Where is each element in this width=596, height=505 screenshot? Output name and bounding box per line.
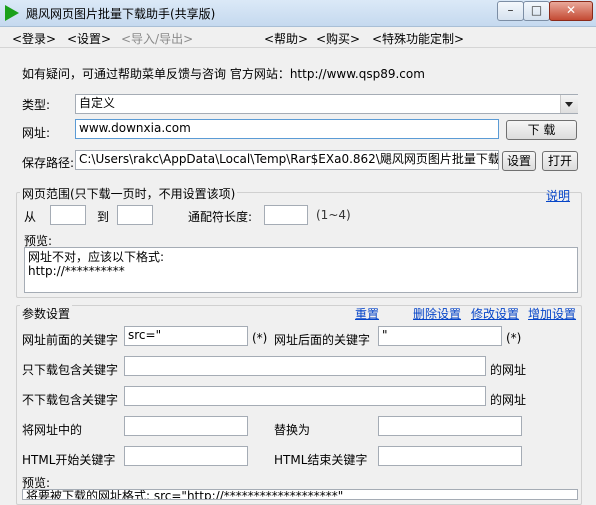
maximize-button[interactable]: □ (523, 1, 550, 21)
menu-import-export[interactable]: <导入/导出> (121, 30, 193, 47)
open-folder-button[interactable]: 打开 (542, 151, 578, 171)
add-settings-link[interactable]: 增加设置 (528, 305, 576, 322)
chevron-down-icon (565, 102, 573, 107)
exclude-keyword-suffix: 的网址 (490, 393, 527, 407)
range-from-input[interactable] (50, 205, 86, 225)
wildcard-length-input[interactable] (264, 205, 308, 225)
html-end-input[interactable] (378, 446, 522, 466)
wildcard-length-label: 通配符长度: (188, 210, 253, 224)
type-label: 类型: (22, 98, 51, 112)
include-keyword-label: 只下载包含关键字 (22, 363, 119, 377)
url-label: 网址: (22, 126, 51, 140)
range-preview-box: 网址不对，应该以下格式: http://********** (24, 247, 578, 293)
include-keyword-suffix: 的网址 (490, 363, 527, 377)
before-required-hint: (*) (252, 331, 268, 345)
before-keyword-label: 网址前面的关键字 (22, 333, 119, 347)
range-to-input[interactable] (117, 205, 153, 225)
before-keyword-input[interactable]: src=" (124, 326, 248, 346)
type-select-dropdown[interactable] (560, 95, 578, 113)
replace-from-label: 将网址中的 (22, 423, 83, 437)
menu-help[interactable]: <帮助> (264, 30, 308, 47)
replace-to-label: 替换为 (274, 423, 311, 437)
menu-custom-features[interactable]: <特殊功能定制> (372, 30, 464, 47)
params-preview-box: 将要被下载的网址格式: src="http://****************… (22, 489, 578, 500)
include-keyword-input[interactable] (124, 356, 486, 376)
menu-buy[interactable]: <购买> (316, 30, 360, 47)
range-from-label: 从 (24, 210, 37, 224)
after-keyword-input[interactable]: " (378, 326, 502, 346)
after-keyword-label: 网址后面的关键字 (274, 333, 371, 347)
window-title: 飓风网页图片批量下载助手(共享版) (26, 7, 216, 21)
save-path-input[interactable]: C:\Users\rakc\AppData\Local\Temp\Rar$EXa… (75, 150, 499, 170)
url-input[interactable]: www.downxia.com (75, 119, 499, 139)
modify-settings-link[interactable]: 修改设置 (471, 305, 519, 322)
minimize-button[interactable]: – (497, 1, 524, 21)
set-path-button[interactable]: 设置 (502, 151, 536, 171)
menu-settings[interactable]: <设置> (67, 30, 111, 47)
download-button[interactable]: 下 载 (506, 120, 577, 140)
exclude-keyword-label: 不下载包含关键字 (22, 393, 119, 407)
type-select-value: 自定义 (79, 96, 116, 110)
menu-login[interactable]: <登录> (12, 30, 56, 47)
after-required-hint: (*) (506, 331, 522, 345)
params-group-caption: 参数设置 (20, 305, 73, 322)
info-text: 如有疑问，可通过帮助菜单反馈与咨询 官方网站：http://www.qsp89.… (22, 67, 425, 81)
html-start-input[interactable] (124, 446, 248, 466)
html-start-label: HTML开始关键字 (22, 453, 116, 467)
app-play-icon (5, 5, 19, 21)
save-path-label: 保存路径: (22, 156, 75, 170)
range-group-caption: 网页范围(只下载一页时，不用设置该项) (20, 185, 238, 202)
replace-to-input[interactable] (378, 416, 522, 436)
type-select[interactable]: 自定义 (75, 94, 578, 114)
range-to-label: 到 (97, 210, 110, 224)
replace-from-input[interactable] (124, 416, 248, 436)
range-preview-line2: http://********** (28, 264, 125, 278)
wildcard-length-hint: (1~4) (316, 208, 351, 222)
exclude-keyword-input[interactable] (124, 386, 486, 406)
range-preview-line1: 网址不对，应该以下格式: (28, 250, 165, 264)
range-help-link[interactable]: 说明 (546, 187, 570, 204)
reset-settings-link[interactable]: 重置 (355, 305, 379, 322)
html-end-label: HTML结束关键字 (274, 453, 368, 467)
delete-settings-link[interactable]: 删除设置 (413, 305, 461, 322)
close-button[interactable]: ✕ (549, 1, 593, 21)
params-preview-text: 将要被下载的网址格式: src="http://****************… (26, 489, 344, 500)
